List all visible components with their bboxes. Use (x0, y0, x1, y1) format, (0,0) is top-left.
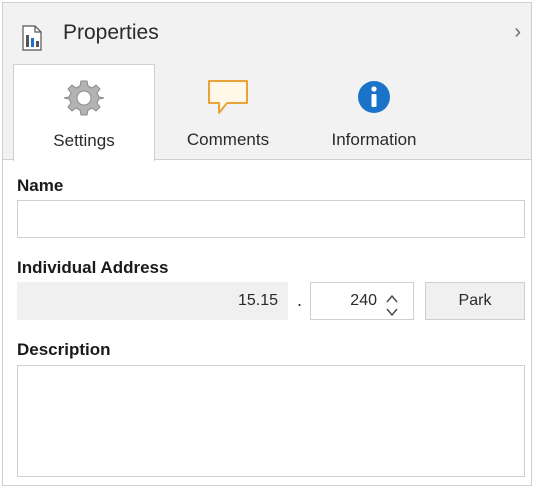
collapse-chevron-icon[interactable]: › (514, 21, 521, 44)
description-textarea[interactable] (17, 365, 525, 477)
tab-settings[interactable]: Settings (13, 64, 155, 161)
spin-down-icon[interactable] (386, 303, 398, 317)
panel-title: Properties (63, 21, 159, 44)
tab-information[interactable]: Information (313, 64, 435, 160)
address-prefix-field: 15.15 (17, 282, 288, 320)
tab-comments[interactable]: Comments (173, 64, 283, 160)
gear-icon (64, 79, 104, 117)
comment-icon (207, 78, 249, 116)
device-address-value[interactable]: 240 (311, 292, 377, 310)
name-input[interactable] (17, 200, 525, 238)
device-address-spinner[interactable]: 240 (310, 282, 414, 320)
description-label: Description (17, 340, 111, 359)
tab-information-label: Information (331, 130, 417, 149)
park-button[interactable]: Park (425, 282, 525, 320)
panel-header: Properties › (3, 3, 531, 65)
name-label: Name (17, 176, 64, 195)
properties-icon (21, 25, 43, 56)
tab-settings-label: Settings (53, 131, 115, 150)
info-icon (356, 78, 392, 116)
individual-address-label: Individual Address (17, 258, 169, 277)
tab-strip: Settings Comments Information (3, 64, 531, 161)
address-separator: . (297, 290, 303, 310)
tab-comments-label: Comments (186, 130, 270, 149)
properties-panel: Properties › Settings Comments Informati… (2, 2, 532, 486)
spin-up-icon[interactable] (386, 290, 398, 303)
